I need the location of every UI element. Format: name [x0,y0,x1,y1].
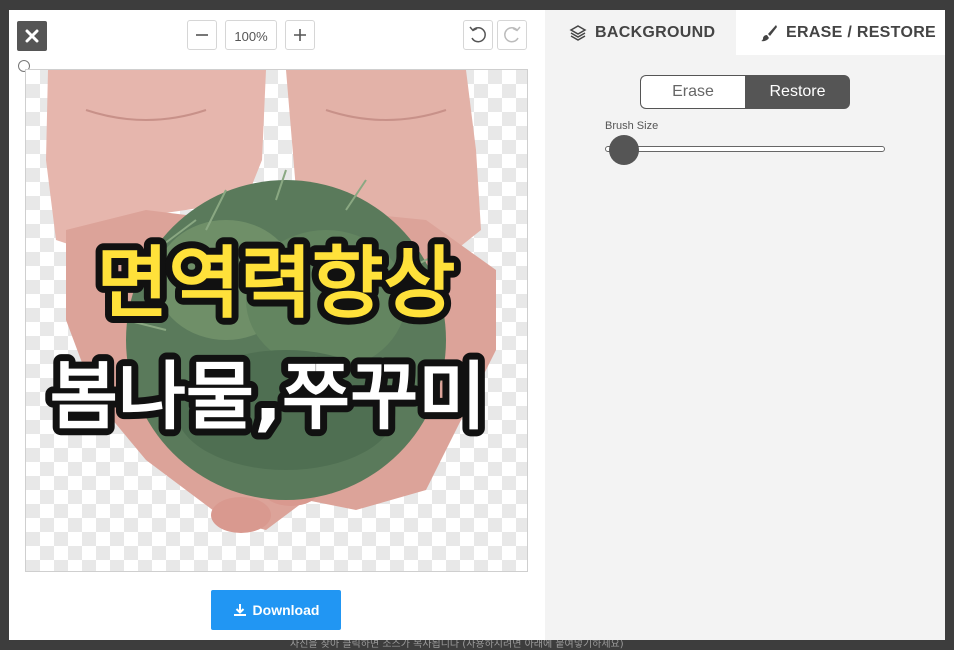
close-button[interactable] [17,21,47,51]
restore-button[interactable]: Restore [745,75,850,109]
tab-erase-restore[interactable]: ERASE / RESTORE [736,10,945,55]
canvas-title-line1: 면역력향상 [97,239,456,329]
editor-modal: 100% 면역력향상 봄나물,쭈꾸미 Download BACKGROUND E… [9,10,945,640]
background-page-text: 사진을 찾아 클릭하면 소스가 복사됩니다 (사용하시려면 아래에 붙여넣기하세… [290,640,624,650]
image-canvas[interactable]: 면역력향상 봄나물,쭈꾸미 [25,69,528,572]
brush-size-slider[interactable] [605,146,885,152]
minus-icon [196,34,208,36]
close-icon [25,29,39,43]
mode-toggle: Erase Restore [640,75,850,109]
zoom-in-button[interactable] [285,20,315,50]
title-overlay: 면역력향상 봄나물,쭈꾸미 [43,232,494,447]
canvas-panel: 100% 면역력향상 봄나물,쭈꾸미 Download [9,10,545,640]
brush-size-thumb[interactable] [609,135,639,165]
zoom-level: 100% [225,20,277,50]
tab-background[interactable]: BACKGROUND [545,10,736,55]
brush-size-label: Brush Size [605,120,659,132]
tab-background-label: BACKGROUND [595,23,716,41]
erase-button[interactable]: Erase [640,75,745,109]
zoom-controls: 100% [187,20,315,50]
brush-icon [761,24,777,41]
settings-panel: BACKGROUND ERASE / RESTORE Erase Restore… [545,10,945,640]
download-icon [233,604,246,616]
tab-erase-label: ERASE / RESTORE [786,23,937,41]
history-controls [463,20,527,50]
canvas-title-line2: 봄나물,쭈꾸미 [50,354,487,440]
undo-icon [469,26,486,43]
redo-icon [504,26,521,43]
redo-button[interactable] [497,20,527,50]
download-button[interactable]: Download [211,590,341,630]
zoom-out-button[interactable] [187,20,217,50]
download-label: Download [252,602,320,618]
tab-bar: BACKGROUND ERASE / RESTORE [545,10,945,55]
undo-button[interactable] [463,20,493,50]
layers-icon [569,24,587,41]
plus-icon [294,29,306,41]
